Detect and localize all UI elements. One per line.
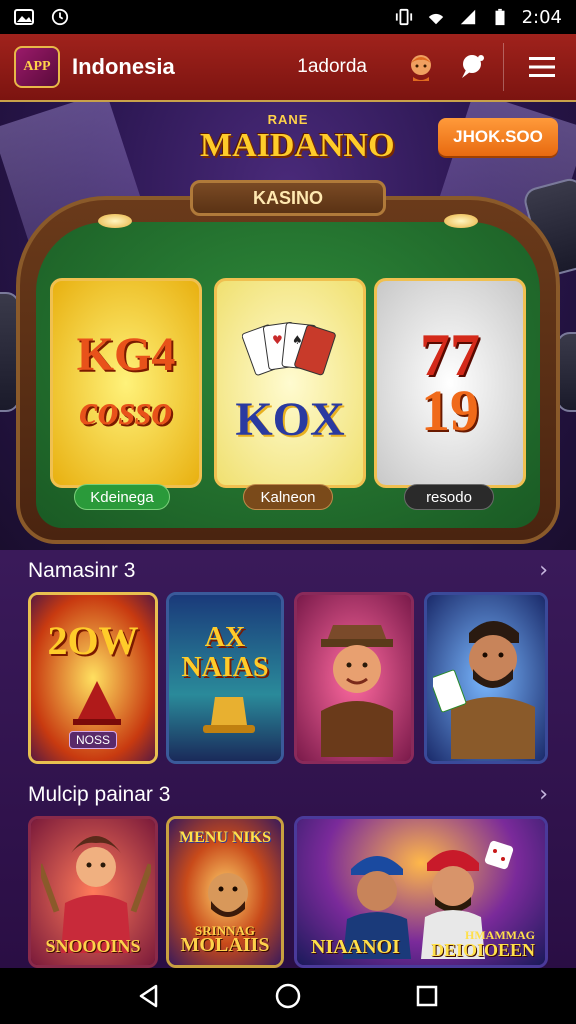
- section-title: Mulcip painar 3: [28, 782, 171, 806]
- section-header-2[interactable]: Mulcip painar 3 ›: [28, 782, 548, 807]
- hat-icon: [73, 681, 121, 725]
- game-card-slot-2[interactable]: ♥ ♠ KOX: [214, 278, 366, 488]
- game-tile[interactable]: 2OW NOSS: [28, 592, 158, 764]
- game-tile[interactable]: SNOOOINS: [28, 816, 158, 968]
- vibrate-icon: [395, 8, 412, 26]
- back-button[interactable]: [127, 974, 171, 1018]
- app-logo[interactable]: APP: [14, 46, 60, 88]
- wifi-icon: [428, 13, 443, 25]
- brand-logo: RANE MAIDANNO: [200, 112, 395, 182]
- section-header-1[interactable]: Namasinr 3 ›: [28, 558, 548, 583]
- table-lamp: [98, 214, 132, 228]
- battery-icon: [495, 8, 505, 26]
- tile-caption: NIAANOI: [311, 936, 400, 958]
- svg-text:♠: ♠: [292, 333, 303, 347]
- slot-subtitle: cosso: [79, 388, 173, 434]
- section-title: Namasinr 3: [28, 558, 136, 582]
- tile-tag: NOSS: [68, 731, 118, 749]
- tile-caption: SNOOOINS: [45, 936, 141, 956]
- character-illustration: [208, 873, 248, 917]
- slot-pill-3[interactable]: resodo: [404, 484, 494, 510]
- home-icon: [275, 983, 301, 1009]
- status-time: 2:04: [521, 6, 562, 28]
- table-lamp: [444, 214, 478, 228]
- game-card-slot-3[interactable]: 77 19: [374, 278, 526, 488]
- chat-icon[interactable]: [451, 47, 491, 87]
- tile-title: MENU NIKS: [178, 829, 271, 846]
- back-icon: [140, 984, 158, 1008]
- recents-icon: [416, 985, 437, 1007]
- app-title: Indonesia: [72, 54, 175, 79]
- navigation-bar: [0, 968, 576, 1024]
- game-tile[interactable]: [294, 592, 414, 764]
- tile-caption: DEIOIOEEN: [430, 940, 535, 960]
- playing-cards-icon: ♥ ♠: [242, 322, 336, 376]
- header-link[interactable]: 1adorda: [297, 56, 367, 78]
- recents-button[interactable]: [405, 974, 449, 1018]
- signal-icon: [460, 9, 475, 25]
- slot-pill-1[interactable]: Kdeinega: [74, 484, 170, 510]
- promo-button[interactable]: JHOK.SOO: [438, 118, 558, 156]
- svg-text:♥: ♥: [272, 333, 283, 347]
- image-icon: [14, 9, 34, 25]
- table-label: KASINO: [190, 180, 386, 216]
- status-bar: 2:04: [0, 0, 576, 34]
- chevron-right-icon[interactable]: ›: [539, 782, 548, 807]
- game-tile-wide[interactable]: NIAANOI HMAMMAG DEIOIOEEN: [294, 816, 548, 968]
- home-button[interactable]: [266, 974, 310, 1018]
- slot-subtitle: 19: [421, 378, 479, 443]
- game-tile[interactable]: AX NAIAS: [166, 592, 284, 764]
- character-illustration: [41, 836, 151, 953]
- avatar-icon[interactable]: [401, 47, 441, 87]
- slot-title: KG4: [76, 328, 176, 381]
- slot-title: KOX: [235, 393, 345, 446]
- header-divider: [503, 43, 504, 91]
- game-tile[interactable]: MENU NIKS SRINNAG MOLAIIS: [166, 816, 284, 968]
- hat-icon: [203, 697, 255, 733]
- slot-pill-2[interactable]: Kalneon: [243, 484, 333, 510]
- slot-title: 77: [420, 322, 480, 388]
- character-illustration: [321, 625, 393, 757]
- clock-icon: [51, 8, 69, 26]
- brand-crown-text: RANE: [267, 112, 309, 127]
- game-tile[interactable]: [424, 592, 548, 764]
- brand-name: MAIDANNO: [200, 127, 395, 164]
- character-illustration: [433, 621, 535, 759]
- tile-title: 2OW: [47, 618, 139, 663]
- game-card-slot-1[interactable]: KG4 cosso: [50, 278, 202, 488]
- tile-title: AX NAIAS: [181, 622, 269, 683]
- menu-icon[interactable]: [522, 47, 562, 87]
- tile-caption: MOLAIIS: [180, 934, 270, 956]
- app-bar: APP Indonesia 1adorda: [0, 34, 576, 102]
- chevron-right-icon[interactable]: ›: [539, 558, 548, 583]
